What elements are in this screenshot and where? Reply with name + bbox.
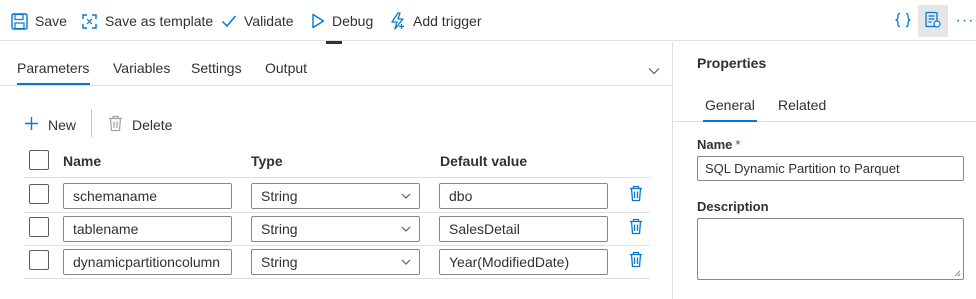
parameter-name-input[interactable]: schemaname: [63, 183, 232, 209]
delete-row-trash-icon[interactable]: [629, 218, 645, 236]
chevron-down-icon: [401, 259, 411, 265]
parameter-default-value-input[interactable]: Year(ModifiedDate): [439, 249, 608, 275]
add-trigger-button[interactable]: Add trigger: [389, 10, 481, 32]
properties-tab-bar: General Related: [673, 90, 976, 122]
new-label: New: [48, 117, 77, 133]
delete-parameter-button[interactable]: Delete: [108, 114, 172, 136]
new-parameter-button[interactable]: New: [24, 114, 76, 136]
column-header-default-value: Default value: [440, 153, 528, 169]
select-all-checkbox[interactable]: [29, 150, 49, 170]
parameter-type-select[interactable]: String: [251, 216, 420, 242]
parameter-default-value-input[interactable]: dbo: [439, 183, 608, 209]
properties-toggle-button[interactable]: [918, 5, 948, 37]
pipeline-name-input[interactable]: SQL Dynamic Partition to Parquet: [697, 156, 964, 181]
chevron-down-icon[interactable]: [648, 62, 662, 76]
parameter-name-input[interactable]: tablename: [63, 216, 232, 242]
toolbar: Save Save as template Validate Debug Add…: [0, 0, 976, 41]
tab-related[interactable]: Related: [778, 97, 826, 113]
column-header-type: Type: [251, 153, 283, 169]
properties-panel: Properties General Related Name * SQL Dyn…: [672, 42, 976, 299]
save-as-template-button[interactable]: Save as template: [81, 10, 213, 32]
description-label: Description: [697, 199, 769, 214]
lightning-icon: [389, 12, 406, 30]
more-options-button[interactable]: ···: [950, 5, 976, 37]
save-label: Save: [35, 13, 67, 29]
debug-button[interactable]: Debug: [311, 10, 373, 32]
properties-icon: [924, 11, 942, 32]
save-button[interactable]: Save: [11, 10, 67, 32]
name-label-text: Name: [697, 137, 733, 152]
parameter-type-select[interactable]: String: [251, 249, 420, 275]
delete-row-trash-icon[interactable]: [629, 185, 645, 203]
validate-button[interactable]: Validate: [221, 10, 294, 32]
parameters-panel: Parameters Variables Settings Output New…: [0, 42, 672, 299]
row-checkbox[interactable]: [29, 184, 49, 204]
chevron-down-icon: [401, 193, 411, 199]
tab-general[interactable]: General: [705, 97, 755, 113]
row-checkbox[interactable]: [29, 250, 49, 270]
command-separator: [91, 109, 92, 137]
checkmark-icon: [221, 14, 237, 28]
tab-output[interactable]: Output: [265, 60, 307, 76]
parameter-type-value: String: [261, 221, 298, 237]
parameter-default-value-input[interactable]: SalesDetail: [439, 216, 608, 242]
description-textarea[interactable]: [697, 218, 964, 280]
resize-grip-icon[interactable]: [954, 270, 961, 277]
row-checkbox[interactable]: [29, 217, 49, 237]
braces-icon: [894, 12, 912, 31]
chevron-down-icon: [401, 226, 411, 232]
plus-icon: [24, 116, 39, 134]
active-tab-indicator: [703, 120, 757, 122]
parameter-type-select[interactable]: String: [251, 183, 420, 209]
tab-settings[interactable]: Settings: [191, 60, 242, 76]
active-tab-indicator: [17, 83, 90, 85]
validate-label: Validate: [244, 13, 294, 29]
row-divider: [24, 212, 650, 213]
required-marker: *: [735, 137, 741, 152]
delete-row-trash-icon[interactable]: [629, 251, 645, 269]
column-header-name: Name: [63, 153, 102, 169]
row-divider: [24, 278, 650, 279]
debug-label: Debug: [332, 13, 374, 29]
tab-bar: Parameters Variables Settings Output: [0, 42, 672, 86]
parameter-type-value: String: [261, 188, 298, 204]
template-icon: [81, 13, 98, 30]
properties-title: Properties: [697, 55, 767, 71]
tab-parameters[interactable]: Parameters: [17, 60, 89, 76]
tab-variables[interactable]: Variables: [113, 60, 170, 76]
name-label: Name *: [697, 137, 740, 152]
more-icon: ···: [955, 12, 975, 29]
header-divider: [24, 177, 650, 178]
row-divider: [24, 245, 650, 246]
play-icon: [311, 13, 325, 29]
code-view-button[interactable]: [888, 5, 918, 37]
delete-label: Delete: [132, 117, 173, 133]
trash-icon: [108, 115, 123, 135]
add-trigger-label: Add trigger: [413, 13, 482, 29]
save-icon: [11, 12, 28, 30]
parameter-name-input[interactable]: dynamicpartitioncolumn: [63, 249, 232, 275]
save-as-template-label: Save as template: [105, 13, 214, 29]
parameter-type-value: String: [261, 254, 298, 270]
